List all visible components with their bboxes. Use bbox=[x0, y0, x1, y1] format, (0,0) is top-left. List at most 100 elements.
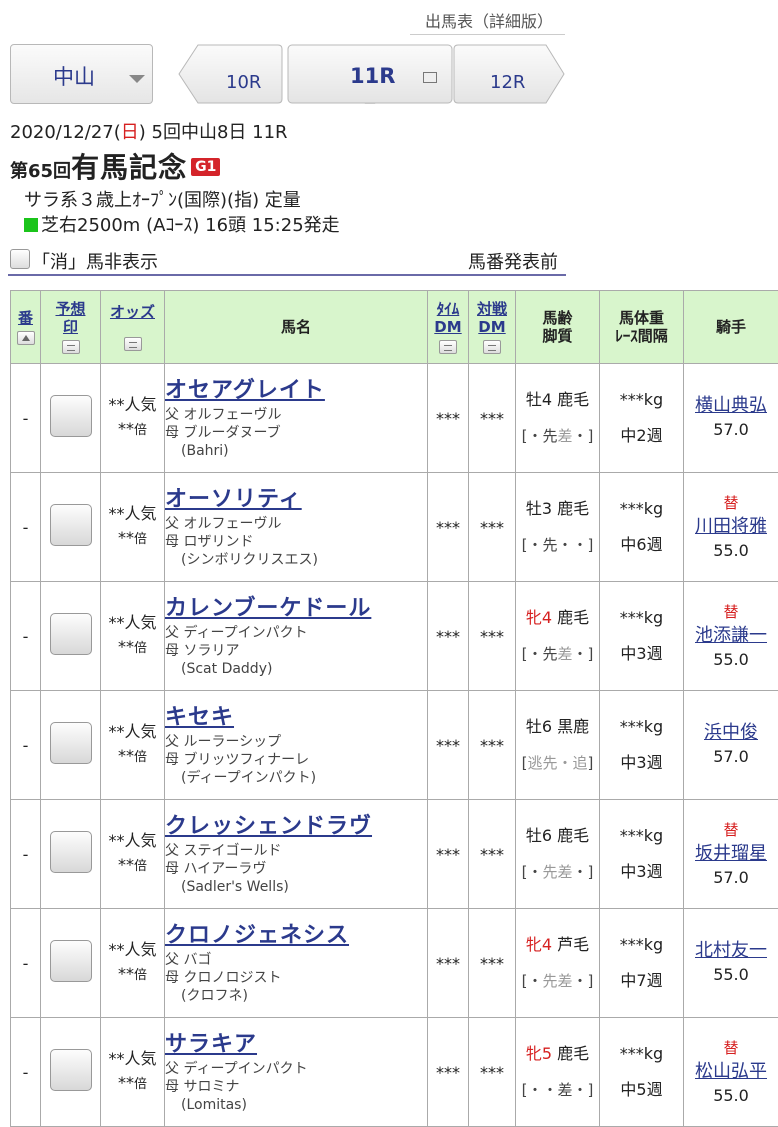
sort-icon[interactable] bbox=[61, 340, 80, 354]
body-weight: ***kg bbox=[619, 826, 664, 845]
mark-cell bbox=[40, 908, 101, 1018]
race-interval: 中7週 bbox=[620, 971, 663, 990]
col-weight-label-1: 馬体重 bbox=[618, 309, 664, 327]
col-weight-label-2: ﾚｰｽ間隔 bbox=[615, 327, 668, 345]
detail-version-link[interactable]: 出馬表（詳細版） bbox=[425, 8, 553, 32]
prediction-mark-button[interactable] bbox=[49, 395, 92, 437]
prediction-mark-button[interactable] bbox=[49, 940, 92, 982]
col-vs-label-2[interactable]: DM bbox=[469, 318, 515, 336]
weight-cell: ***kg 中7週 bbox=[599, 908, 684, 1018]
running-style-left: [・・差・] bbox=[521, 1081, 594, 1099]
col-time-dm[interactable]: ﾀｲﾑ DM bbox=[427, 290, 469, 364]
odds-cell: **人気 **倍 bbox=[100, 581, 165, 691]
grade-badge: G1 bbox=[191, 158, 221, 176]
running-style: [・先差・] bbox=[516, 861, 599, 883]
list-icon[interactable] bbox=[423, 72, 437, 83]
prediction-mark-button[interactable] bbox=[49, 504, 92, 546]
jockey-name-link[interactable]: 北村友一 bbox=[684, 939, 778, 963]
race-date-text: 2020/12/27( bbox=[10, 122, 121, 143]
odds-unit: 倍 bbox=[133, 532, 147, 547]
horse-name-link[interactable]: クロノジェネシス bbox=[165, 921, 427, 951]
col-age-label-1: 馬齢 bbox=[542, 309, 573, 327]
horse-number: - bbox=[10, 908, 41, 1018]
prediction-mark-button[interactable] bbox=[49, 831, 92, 873]
coat-color: 鹿毛 bbox=[557, 390, 590, 409]
popularity: **人気 bbox=[108, 940, 157, 959]
col-time-label-2[interactable]: DM bbox=[428, 318, 468, 336]
col-odds-label[interactable]: オッズ bbox=[101, 303, 164, 321]
col-jockey: 騎手 bbox=[683, 290, 778, 364]
sort-icon[interactable] bbox=[483, 340, 501, 354]
sex-age: 牡4 bbox=[525, 390, 553, 409]
dam: 母 クロノロジスト bbox=[165, 970, 282, 986]
table-row: - **人気 **倍 キセキ 父 ルーラーシップ 母 ブリッツフィナーレ (ディー… bbox=[10, 690, 778, 800]
prev-race-button[interactable]: 10R bbox=[226, 72, 261, 93]
prediction-mark-button[interactable] bbox=[49, 1049, 92, 1091]
jockey-name-link[interactable]: 川田将雅 bbox=[684, 515, 778, 539]
jockey-cell: 北村友一 55.0 bbox=[683, 908, 778, 1018]
mark-cell bbox=[40, 799, 101, 909]
jockey-name-link[interactable]: 横山典弘 bbox=[684, 394, 778, 418]
weight-cell: ***kg 中3週 bbox=[599, 581, 684, 691]
sort-icon[interactable] bbox=[439, 340, 457, 354]
horse-name-link[interactable]: キセキ bbox=[165, 703, 427, 733]
col-odds[interactable]: オッズ bbox=[100, 290, 165, 364]
running-style-left: [・先・ bbox=[521, 536, 573, 554]
prediction-mark-button[interactable] bbox=[49, 613, 92, 655]
next-race-button[interactable]: 12R bbox=[490, 72, 525, 93]
dam: 母 ブリッツフィナーレ bbox=[165, 752, 310, 768]
jockey-change-badge: 替 bbox=[723, 1039, 739, 1057]
race-date-rest: ) 5回中山8日 11R bbox=[138, 122, 288, 143]
jockey-cell: 替 川田将雅 55.0 bbox=[683, 472, 778, 582]
col-no[interactable]: 番 bbox=[10, 290, 41, 364]
running-style-right: ・] bbox=[572, 863, 594, 881]
horse-name-link[interactable]: クレッシェンドラヴ bbox=[165, 812, 427, 842]
age-cell: 牡6 鹿毛 [・先差・] bbox=[515, 799, 600, 909]
vs-dm: *** bbox=[468, 799, 516, 909]
horse-name-link[interactable]: サラキア bbox=[165, 1030, 427, 1060]
col-mark[interactable]: 予想印 bbox=[40, 290, 101, 364]
col-vs-dm[interactable]: 対戦 DM bbox=[468, 290, 516, 364]
col-weight: 馬体重 ﾚｰｽ間隔 bbox=[599, 290, 684, 364]
jockey-name-link[interactable]: 池添謙一 bbox=[684, 624, 778, 648]
jockey-name-link[interactable]: 坂井瑠星 bbox=[684, 842, 778, 866]
col-time-label-1[interactable]: ﾀｲﾑ bbox=[428, 300, 468, 318]
vs-dm: *** bbox=[468, 690, 516, 800]
popularity: **人気 bbox=[108, 395, 157, 414]
age-cell: 牝5 鹿毛 [・・差・] bbox=[515, 1017, 600, 1127]
col-mark-label-2[interactable]: 印 bbox=[41, 318, 100, 336]
jockey-change-badge: 替 bbox=[723, 494, 739, 512]
mark-cell bbox=[40, 581, 101, 691]
carried-weight: 55.0 bbox=[713, 650, 749, 669]
mark-cell bbox=[40, 690, 101, 800]
running-style-right: ] bbox=[587, 754, 594, 772]
sort-icon[interactable] bbox=[123, 337, 142, 351]
jockey-name-link[interactable]: 松山弘平 bbox=[684, 1060, 778, 1084]
odds-unit: 倍 bbox=[133, 641, 147, 656]
vs-dm: *** bbox=[468, 581, 516, 691]
table-row: - **人気 **倍 オセアグレイト 父 オルフェーヴル 母 ブルーダヌーブ (B… bbox=[10, 363, 778, 473]
col-vs-label-1[interactable]: 対戦 bbox=[469, 300, 515, 318]
venue-select[interactable]: 中山 bbox=[10, 44, 153, 104]
horse-name-link[interactable]: カレンブーケドール bbox=[165, 594, 427, 624]
sort-up-icon[interactable] bbox=[16, 331, 35, 345]
col-mark-label-1[interactable]: 予想 bbox=[41, 300, 100, 318]
age-cell: 牡3 鹿毛 [・先・・] bbox=[515, 472, 600, 582]
odds-value: ** bbox=[117, 637, 134, 656]
weight-cell: ***kg 中3週 bbox=[599, 799, 684, 909]
col-jockey-label: 騎手 bbox=[715, 318, 746, 336]
hide-scratched-checkbox[interactable] bbox=[10, 249, 30, 269]
horse-name-link[interactable]: オセアグレイト bbox=[165, 376, 427, 406]
race-interval: 中3週 bbox=[620, 753, 663, 772]
prediction-mark-button[interactable] bbox=[49, 722, 92, 764]
jockey-name-link[interactable]: 浜中俊 bbox=[684, 721, 778, 745]
odds-cell: **人気 **倍 bbox=[100, 799, 165, 909]
time-dm: *** bbox=[427, 581, 469, 691]
race-course: 芝右2500m (Aｺｰｽ) 16頭 15:25発走 bbox=[24, 211, 340, 237]
horse-name-link[interactable]: オーソリティ bbox=[165, 485, 427, 515]
age-cell: 牡6 黒鹿 [逃先・追] bbox=[515, 690, 600, 800]
odds-cell: **人気 **倍 bbox=[100, 363, 165, 473]
popularity: **人気 bbox=[108, 722, 157, 741]
horse-cell: オセアグレイト 父 オルフェーヴル 母 ブルーダヌーブ (Bahri) bbox=[164, 363, 428, 473]
col-no-label[interactable]: 番 bbox=[11, 309, 40, 327]
